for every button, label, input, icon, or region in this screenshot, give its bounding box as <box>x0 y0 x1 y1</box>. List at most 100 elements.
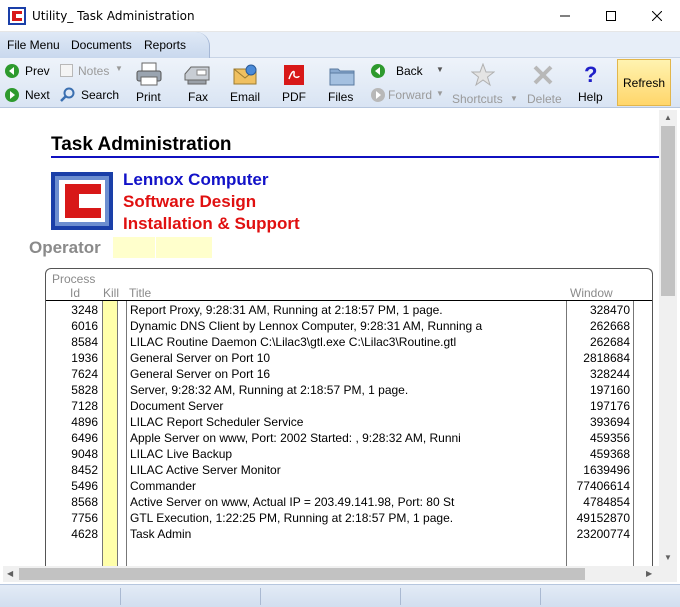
envelope-icon <box>233 64 257 85</box>
scroll-down-icon[interactable]: ▼ <box>664 553 672 562</box>
company-name: Lennox Computer <box>123 170 269 189</box>
window-handle: 197176 <box>589 399 630 413</box>
table-row[interactable]: 1936 General Server on Port 10 2818684 <box>46 351 652 367</box>
process-id: 1936 <box>71 351 98 365</box>
horizontal-scrollbar[interactable]: ◀ ▶ <box>3 566 659 582</box>
horizontal-scroll-thumb[interactable] <box>19 568 585 580</box>
fax-label: Fax <box>188 90 209 104</box>
process-id: 7128 <box>71 399 98 413</box>
process-id: 6496 <box>71 431 98 445</box>
window-handle: 262668 <box>589 319 630 333</box>
menu-reports[interactable]: Reports <box>144 38 186 52</box>
x-icon <box>533 65 553 85</box>
arrow-left-circle-icon <box>5 64 19 78</box>
menu-documents[interactable]: Documents <box>71 38 132 52</box>
menu-bar: File Menu Documents Reports <box>0 32 680 58</box>
prev-button[interactable]: Prev <box>4 62 52 80</box>
shortcuts-button[interactable]: Shortcuts ▼ <box>450 60 520 106</box>
table-row[interactable]: 5496 Commander 77406614 <box>46 479 652 495</box>
table-row[interactable]: 7624 General Server on Port 16 328244 <box>46 367 652 383</box>
close-icon <box>652 11 662 21</box>
notes-label: Notes <box>78 64 110 78</box>
table-row[interactable]: 7756 GTL Execution, 1:22:25 PM, Running a… <box>46 511 652 527</box>
process-title: LILAC Active Server Monitor <box>130 463 281 477</box>
window-handle: 77406614 <box>576 479 630 493</box>
header-window[interactable]: Window <box>570 286 613 300</box>
question-icon: ? <box>584 62 598 87</box>
printer-icon <box>136 62 162 86</box>
back-arrow-icon <box>371 64 385 78</box>
help-button[interactable]: ? Help <box>574 60 610 106</box>
chevron-down-icon: ▼ <box>115 64 123 73</box>
header-title[interactable]: Title <box>129 286 151 300</box>
chevron-down-icon: ▼ <box>436 89 444 98</box>
table-row[interactable]: 5828 Server, 9:28:32 AM, Running at 2:18:… <box>46 383 652 399</box>
operator-field[interactable] <box>113 237 155 258</box>
process-title: Document Server <box>130 399 224 413</box>
menu-file[interactable]: File Menu <box>7 38 60 52</box>
back-button[interactable]: Back ▼ <box>368 62 446 80</box>
close-button[interactable] <box>634 0 680 32</box>
process-id: 4628 <box>71 527 98 541</box>
search-button[interactable]: Search <box>58 86 122 104</box>
folder-icon <box>329 68 355 86</box>
star-icon <box>471 63 495 87</box>
process-title: LILAC Routine Daemon C:\Lilac3\gtl.exe C… <box>130 335 457 349</box>
scroll-right-icon[interactable]: ▶ <box>646 569 652 578</box>
window-handle: 2818684 <box>583 351 630 365</box>
table-row[interactable]: 8584 LILAC Routine Daemon C:\Lilac3\gtl.e… <box>46 335 652 351</box>
scroll-left-icon[interactable]: ◀ <box>7 569 13 578</box>
process-id: 4896 <box>71 415 98 429</box>
table-row[interactable]: 6496 Apple Server on www, Port: 2002 Star… <box>46 431 652 447</box>
header-id[interactable]: Id <box>70 286 80 300</box>
vertical-scroll-thumb[interactable] <box>661 126 675 296</box>
page-title: Task Administration <box>51 134 232 155</box>
pdf-label: PDF <box>282 90 306 104</box>
header-kill[interactable]: Kill <box>103 286 119 300</box>
table-row[interactable]: 7128 Document Server 197176 <box>46 399 652 415</box>
minimize-button[interactable] <box>542 0 588 32</box>
process-title: General Server on Port 10 <box>130 351 271 365</box>
fax-icon <box>184 66 210 85</box>
forward-arrow-icon <box>371 88 385 102</box>
table-row[interactable]: 8568 Active Server on www, Actual IP = 20… <box>46 495 652 511</box>
scroll-up-icon[interactable]: ▲ <box>664 113 672 122</box>
operator-label: Operator <box>29 238 101 257</box>
fax-button[interactable]: Fax <box>178 60 216 106</box>
process-id: 8452 <box>71 463 98 477</box>
operator-name-field[interactable] <box>156 237 212 258</box>
company-tagline-support: Installation & Support <box>123 214 300 233</box>
status-bar <box>0 584 680 607</box>
window-title: Utility_ Task Administration <box>32 9 195 23</box>
chevron-down-icon: ▼ <box>436 65 444 74</box>
table-row[interactable]: 3248 Report Proxy, 9:28:31 AM, Running at… <box>46 303 652 319</box>
files-button[interactable]: Files <box>324 60 360 106</box>
table-row[interactable]: 4896 LILAC Report Scheduler Service 393694 <box>46 415 652 431</box>
maximize-button[interactable] <box>588 0 634 32</box>
table-row[interactable]: 4628 Task Admin 23200774 <box>46 527 652 543</box>
status-divider <box>400 588 401 605</box>
pdf-button[interactable]: PDF <box>276 60 312 106</box>
table-row[interactable]: 9048 LILAC Live Backup 459368 <box>46 447 652 463</box>
window-handle: 459368 <box>589 447 630 461</box>
process-id: 8584 <box>71 335 98 349</box>
window-handle: 459356 <box>589 431 630 445</box>
status-divider <box>260 588 261 605</box>
refresh-button[interactable]: Refresh <box>617 59 671 106</box>
status-divider <box>120 588 121 605</box>
process-id: 3248 <box>71 303 98 317</box>
print-button[interactable]: Print <box>130 60 168 106</box>
vertical-scrollbar[interactable]: ▲ ▼ <box>659 110 677 566</box>
table-row[interactable]: 8452 LILAC Active Server Monitor 1639496 <box>46 463 652 479</box>
forward-button[interactable]: Forward ▼ <box>368 86 446 104</box>
email-button[interactable]: Email <box>226 60 264 106</box>
next-button[interactable]: Next <box>4 86 52 104</box>
status-divider <box>540 588 541 605</box>
note-icon <box>60 64 73 77</box>
delete-button[interactable]: Delete <box>524 60 564 106</box>
table-row[interactable]: 6016 Dynamic DNS Client by Lennox Compute… <box>46 319 652 335</box>
process-title: Dynamic DNS Client by Lennox Computer, 9… <box>130 319 483 333</box>
chevron-down-icon: ▼ <box>510 94 518 103</box>
notes-button[interactable]: Notes ▼ <box>58 62 126 80</box>
process-id: 8568 <box>71 495 98 509</box>
